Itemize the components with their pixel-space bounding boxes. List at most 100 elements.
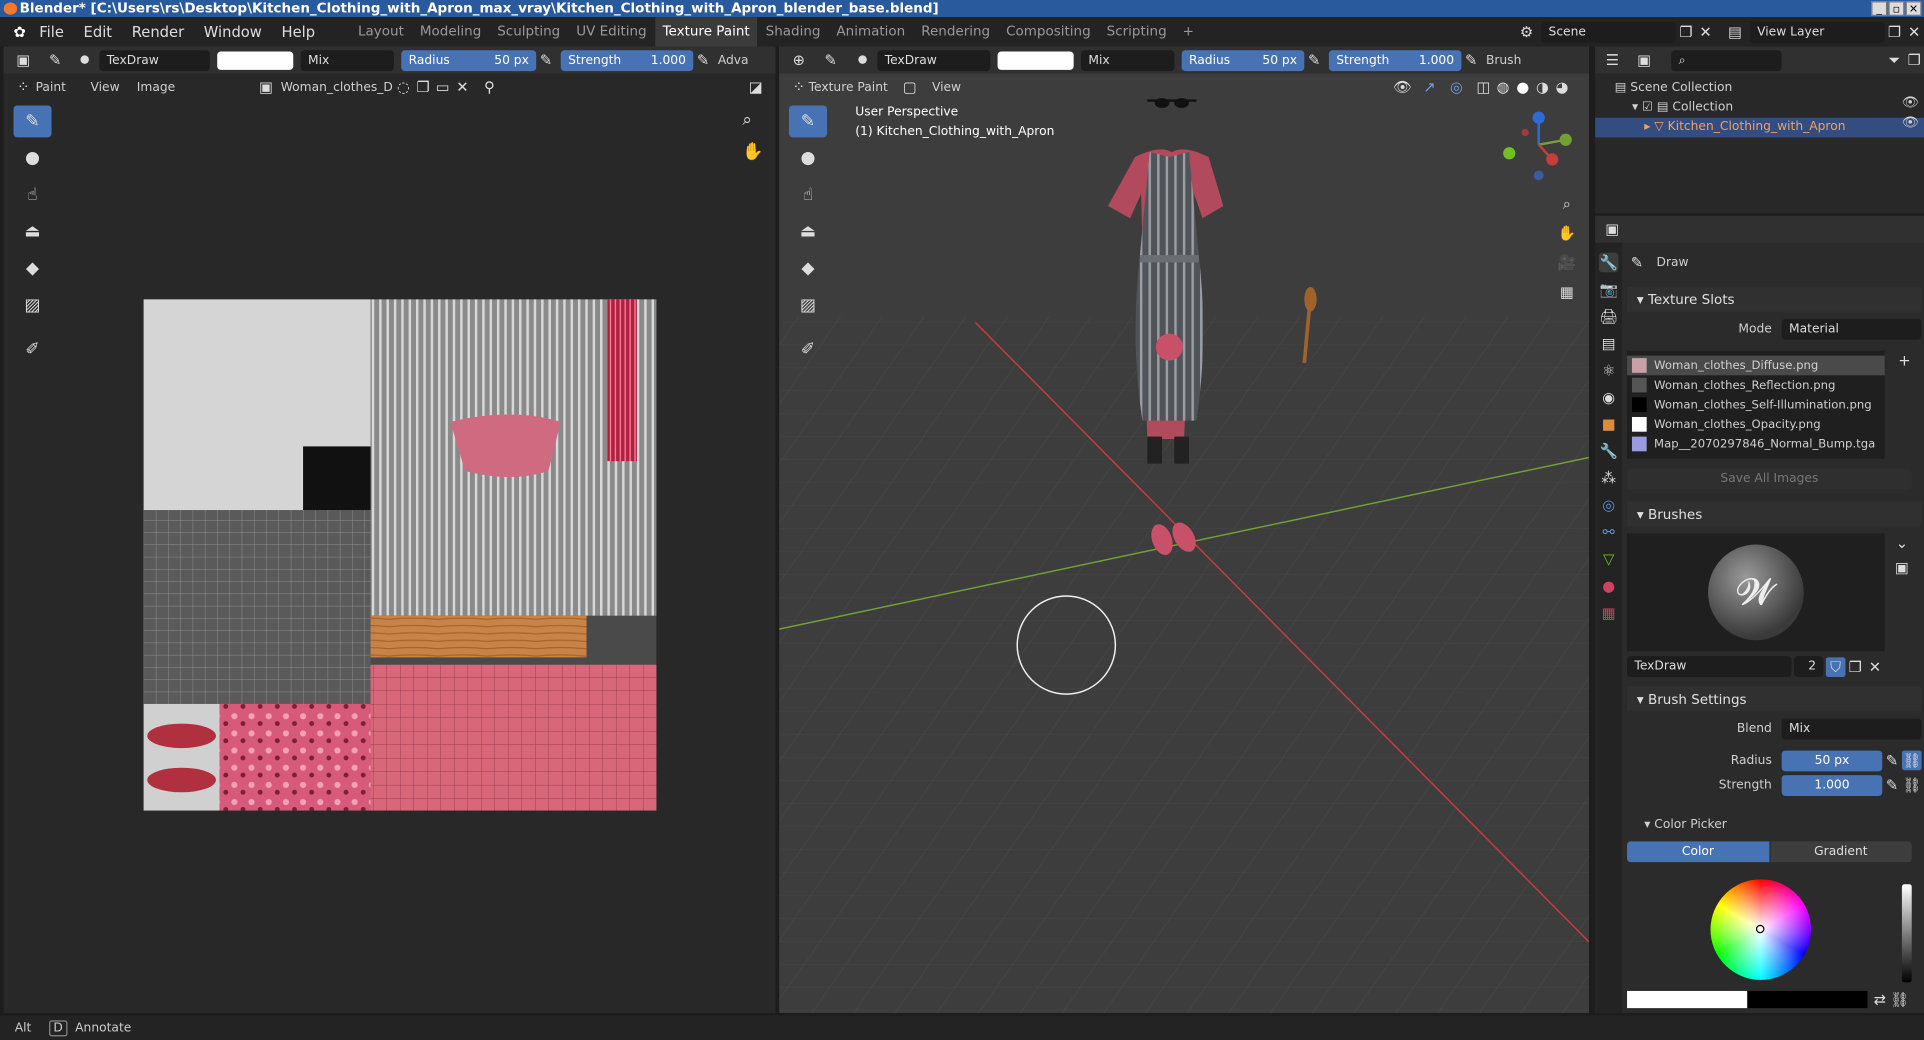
tool-tab-icon[interactable]: 🔧 xyxy=(1598,252,1619,273)
view-layer-icon[interactable]: ▤ xyxy=(1725,22,1745,42)
duplicate-brush-icon[interactable]: ❐ xyxy=(1845,657,1865,677)
render-tab-icon[interactable]: 📷 xyxy=(1599,280,1619,300)
props-strength-unified-icon[interactable]: ⛓ xyxy=(1902,775,1922,795)
particles-tab-icon[interactable]: ⁂ xyxy=(1599,468,1619,488)
color-wheel[interactable] xyxy=(1710,879,1812,980)
object-tab-icon[interactable]: ■ xyxy=(1599,415,1619,435)
world-tab-icon[interactable]: ◉ xyxy=(1599,388,1619,408)
tab-uv-editing[interactable]: UV Editing xyxy=(569,17,654,46)
tab-animation[interactable]: Animation xyxy=(829,17,913,46)
editor-type-icon[interactable]: ▣ xyxy=(13,50,33,70)
delete-view-layer-icon[interactable]: ✕ xyxy=(1904,22,1924,42)
brush-custom-icon[interactable]: ▣ xyxy=(1892,558,1912,578)
constraints-tab-icon[interactable]: ⚯ xyxy=(1599,522,1619,542)
save-all-images-button[interactable]: Save All Images xyxy=(1627,468,1912,490)
image-browse-icon[interactable]: ▣ xyxy=(256,77,276,97)
brush-fake-user-icon[interactable]: ● xyxy=(75,50,95,70)
radius-slider[interactable]: Radius 50 px xyxy=(401,49,537,71)
new-scene-icon[interactable]: ❐ xyxy=(1676,22,1696,42)
menu-file[interactable]: File xyxy=(29,17,73,46)
props-strength-pressure-icon[interactable]: ✎ xyxy=(1882,775,1902,795)
texture-slot-item[interactable]: Map__2070297846_Normal_Bump.tga xyxy=(1627,434,1885,454)
texture-slot-item[interactable]: Woman_clothes_Reflection.png xyxy=(1627,375,1885,395)
data-tab-icon[interactable]: ▽ xyxy=(1599,549,1619,569)
brush-settings-panel-header[interactable]: ▾ Brush Settings xyxy=(1627,686,1922,712)
pin-image-icon[interactable]: ⚲ xyxy=(480,77,500,97)
brush-list-expand-icon[interactable]: ⌄ xyxy=(1892,533,1912,553)
brushes-panel-header[interactable]: ▾ Brushes xyxy=(1627,501,1922,527)
blend-select[interactable]: Mix xyxy=(1781,718,1922,739)
new-collection-icon[interactable]: ❐ xyxy=(1904,50,1924,70)
texture-slot-item[interactable]: Woman_clothes_Diffuse.png xyxy=(1627,355,1885,376)
value-slider[interactable] xyxy=(1901,884,1912,983)
clone-tool-button[interactable]: ⏏ xyxy=(13,216,51,248)
outliner-editor-icon[interactable]: ☰ xyxy=(1603,50,1623,70)
display-channels-icon[interactable]: ◪ xyxy=(746,77,766,97)
texture-tab-icon[interactable]: ▦ xyxy=(1599,603,1619,623)
tab-sculpting[interactable]: Sculpting xyxy=(490,17,568,46)
scene-icon[interactable]: ⚙ xyxy=(1517,22,1537,42)
properties-editor-icon[interactable]: ▣ xyxy=(1603,220,1623,240)
pan-hand-icon[interactable]: ✋ xyxy=(742,142,763,162)
brush-preview[interactable]: 𝓦 xyxy=(1627,533,1885,652)
menu-render[interactable]: Render xyxy=(122,17,194,46)
fake-user-shield-icon[interactable]: ◌ xyxy=(394,77,414,97)
texture-slots-panel-header[interactable]: ▾ Texture Slots xyxy=(1627,286,1922,312)
color-tab[interactable]: Color xyxy=(1627,841,1769,863)
close-window-button[interactable]: ✕ xyxy=(1905,1,1922,16)
scene-selector[interactable]: Scene xyxy=(1541,21,1677,43)
primary-color-swatch[interactable] xyxy=(1627,990,1748,1009)
brush-icon[interactable]: ✎ xyxy=(45,50,65,70)
secondary-color-swatch[interactable] xyxy=(1747,990,1868,1009)
image-name-field[interactable]: Woman_clothes_Diff... xyxy=(281,80,394,93)
minimize-button[interactable]: _ xyxy=(1871,1,1888,16)
color-picker-subpanel[interactable]: ▾ Color Picker xyxy=(1627,812,1921,837)
outliner-search-input[interactable]: ⌕ xyxy=(1671,49,1782,71)
filter-icon[interactable]: ⏷ xyxy=(1885,50,1905,70)
tab-texture-paint[interactable]: Texture Paint xyxy=(655,17,758,47)
physics-tab-icon[interactable]: ◎ xyxy=(1599,495,1619,515)
viewport-pan-icon[interactable]: ✋ xyxy=(1557,223,1577,243)
soften-tool-button[interactable]: ● xyxy=(13,142,51,174)
scene-tab-icon[interactable]: ⚛ xyxy=(1599,361,1619,381)
tab-scripting[interactable]: Scripting xyxy=(1099,17,1174,46)
draw-tool-button[interactable]: ✎ xyxy=(13,105,52,138)
tab-modeling[interactable]: Modeling xyxy=(412,17,488,46)
brush-name-field[interactable]: TexDraw xyxy=(99,49,210,71)
mode-select[interactable]: Material xyxy=(1781,318,1922,340)
tab-rendering[interactable]: Rendering xyxy=(914,17,998,46)
output-tab-icon[interactable]: 🖨 xyxy=(1599,307,1619,327)
new-view-layer-icon[interactable]: ❐ xyxy=(1885,22,1905,42)
tab-compositing[interactable]: Compositing xyxy=(999,17,1098,46)
add-workspace-button[interactable]: + xyxy=(1175,17,1201,46)
menu-edit[interactable]: Edit xyxy=(74,17,122,46)
texture-slot-item[interactable]: Woman_clothes_Opacity.png xyxy=(1627,415,1885,435)
view-layer-tab-icon[interactable]: ▤ xyxy=(1599,334,1619,354)
strength-pressure-icon[interactable]: ✎ xyxy=(693,50,713,70)
viewport-zoom-icon[interactable]: ⌕ xyxy=(1557,194,1577,214)
delete-scene-icon[interactable]: ✕ xyxy=(1696,22,1716,42)
blend-mode-select[interactable]: Mix xyxy=(300,49,394,71)
display-mode-icon[interactable]: ▣ xyxy=(1634,50,1654,70)
blender-menu-icon[interactable]: ✿ xyxy=(10,22,30,42)
image-menu[interactable]: Image xyxy=(137,80,175,93)
outliner-row-collection[interactable]: ▾ ☑ ▤ Collection xyxy=(1615,98,1924,118)
outliner-row-object[interactable]: ▸ ▽ Kitchen_Clothing_with_Apron xyxy=(1595,117,1924,138)
viewport-scene[interactable] xyxy=(779,47,1590,1014)
menu-window[interactable]: Window xyxy=(194,17,272,46)
props-radius-pressure-icon[interactable]: ✎ xyxy=(1882,751,1902,771)
material-tab-icon[interactable]: ● xyxy=(1599,576,1619,596)
view-layer-selector[interactable]: View Layer xyxy=(1749,21,1885,43)
unlink-image-icon[interactable]: ✕ xyxy=(453,77,473,97)
outliner-row-scene-collection[interactable]: ▤ Scene Collection xyxy=(1615,78,1924,98)
tab-shading[interactable]: Shading xyxy=(758,17,828,46)
mask-tool-button[interactable]: ▨ xyxy=(13,289,51,321)
props-strength-slider[interactable]: 1.000 xyxy=(1781,774,1883,796)
zoom-icon[interactable]: ⌕ xyxy=(742,110,752,130)
open-image-icon[interactable]: ▭ xyxy=(433,77,453,97)
unified-color-icon[interactable]: ⛓ xyxy=(1890,990,1910,1010)
swap-colors-icon[interactable]: ⇄ xyxy=(1870,990,1890,1010)
smear-tool-button[interactable]: ☝ xyxy=(13,179,51,211)
radius-pressure-icon[interactable]: ✎ xyxy=(536,50,556,70)
props-radius-unified-icon[interactable]: ⛓ xyxy=(1901,750,1922,771)
